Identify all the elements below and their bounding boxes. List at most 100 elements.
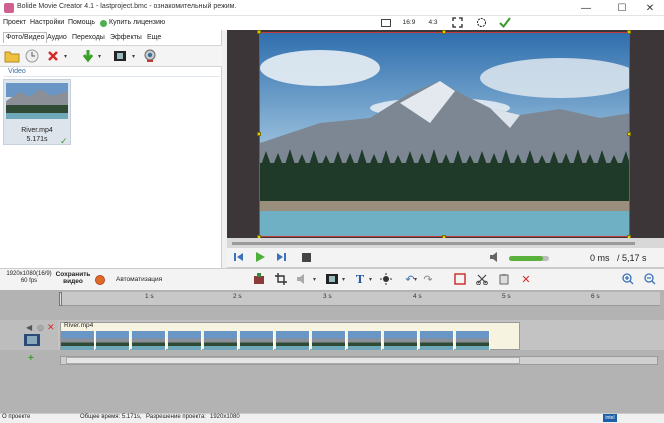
track-visibility-icon[interactable]: ◎ <box>37 323 44 332</box>
download-arrow-icon[interactable] <box>80 48 96 64</box>
volume-icon[interactable] <box>294 271 310 287</box>
menu-buy-license[interactable]: Купить лицензию <box>109 19 165 26</box>
save-video-button[interactable]: Сохранить видео <box>53 271 93 285</box>
ruler-tick-label: 5 s <box>502 293 511 300</box>
screen-icon[interactable] <box>380 17 391 28</box>
crop-icon[interactable] <box>273 271 289 287</box>
ruler-tick-label: 1 s <box>145 293 154 300</box>
brightness-icon[interactable] <box>378 271 394 287</box>
window-title: Bolide Movie Creator 4.1 - lastproject.b… <box>17 3 237 10</box>
stop-icon[interactable] <box>299 250 313 264</box>
webcam-icon[interactable] <box>142 48 158 64</box>
resolution-line: 1920x1080(16/9) <box>6 271 52 277</box>
record-icon[interactable] <box>95 275 105 285</box>
resolution-info[interactable]: 1920x1080(16/9) 60 fps <box>3 271 55 285</box>
automation-button[interactable]: Автоматизация <box>116 276 162 283</box>
clip-frame <box>132 331 166 350</box>
minimize-button[interactable]: — <box>570 0 602 16</box>
clip-frame <box>204 331 238 350</box>
current-time: 0 ms <box>590 253 610 263</box>
ratio-4-3-button[interactable]: 4:3 <box>426 17 440 28</box>
tab-more[interactable]: Еще <box>147 34 161 41</box>
paste-icon[interactable] <box>496 271 512 287</box>
zoom-out-icon[interactable] <box>642 271 658 287</box>
clip-frame <box>96 331 130 350</box>
close-button[interactable]: ✕ <box>634 0 664 16</box>
total-time-status: Общее время: 5.171s, <box>80 414 142 420</box>
save-video-label: Сохранить <box>55 271 91 278</box>
play-icon[interactable] <box>253 250 267 264</box>
total-time: / 5,17 s <box>617 253 647 263</box>
ruler-tick-label: 4 s <box>413 293 422 300</box>
ratio-16-9-button[interactable]: 16:9 <box>400 17 418 28</box>
playhead-handle[interactable] <box>59 292 62 306</box>
volume-level <box>509 256 543 261</box>
resize-handle[interactable] <box>627 30 631 34</box>
timeline-panel <box>0 290 664 413</box>
section-divider <box>4 76 220 77</box>
clip-frame <box>384 331 418 350</box>
chevron-down-icon[interactable]: ▾ <box>342 276 348 283</box>
clip-frame <box>348 331 382 350</box>
preview-frame[interactable] <box>259 32 630 237</box>
fps-line: 60 fps <box>20 278 38 284</box>
clip-frame <box>312 331 346 350</box>
rotate-icon[interactable] <box>474 17 488 28</box>
chevron-down-icon[interactable]: ▾ <box>132 53 138 60</box>
cut-icon[interactable] <box>474 271 490 287</box>
remove-icon[interactable]: ✕ <box>518 271 534 287</box>
chevron-down-icon[interactable]: ▾ <box>98 53 104 60</box>
resolution-status-label: Разрешение проекта: <box>146 414 206 420</box>
clip-frame <box>420 331 454 350</box>
delete-icon[interactable] <box>45 48 61 64</box>
ruler-tick-label: 3 s <box>323 293 332 300</box>
menu-settings[interactable]: Настройки <box>30 19 64 26</box>
add-track-icon[interactable]: + <box>28 353 34 364</box>
ruler-tick-label: 2 s <box>233 293 242 300</box>
scrollbar-thumb[interactable] <box>66 357 520 364</box>
chevron-down-icon[interactable]: ▾ <box>369 276 375 283</box>
next-frame-icon[interactable] <box>274 250 288 264</box>
resize-handle[interactable] <box>257 30 261 34</box>
filmstrip-icon[interactable] <box>324 271 340 287</box>
text-icon[interactable]: T <box>352 271 368 287</box>
license-icon <box>100 20 107 27</box>
tab-photo-video[interactable]: Фото/Видео <box>3 32 48 43</box>
split-clip-icon[interactable] <box>251 271 267 287</box>
resize-handle[interactable] <box>442 30 446 34</box>
ruler-tick-label: 6 s <box>591 293 600 300</box>
tab-transitions[interactable]: Переходы <box>72 34 105 41</box>
clock-icon[interactable] <box>24 48 40 64</box>
about-project-link[interactable]: О проекте <box>2 414 30 420</box>
redo-icon[interactable]: ↷ <box>420 271 436 287</box>
fullscreen-icon[interactable] <box>450 17 464 28</box>
chevron-down-icon[interactable]: ▾ <box>313 276 319 283</box>
seek-track[interactable] <box>232 242 635 245</box>
previous-frame-icon[interactable] <box>232 250 246 264</box>
clip-frame <box>240 331 274 350</box>
app-logo-icon <box>4 3 14 13</box>
media-thumbnail <box>6 83 68 119</box>
clip-frame <box>456 331 490 350</box>
checkmark-icon: ✓ <box>60 136 68 146</box>
filmstrip-icon[interactable] <box>112 48 128 64</box>
track-delete-icon[interactable]: ✕ <box>47 322 55 333</box>
intel-badge: intel <box>603 414 617 422</box>
menu-help[interactable]: Помощь <box>68 19 95 26</box>
apply-check-icon[interactable] <box>498 17 512 28</box>
clip-frame <box>168 331 202 350</box>
clip-name: River.mp4 <box>64 322 94 329</box>
resolution-status-value: 1920x1080 <box>210 414 240 420</box>
volume-icon[interactable] <box>488 250 502 264</box>
menu-project[interactable]: Проект <box>3 19 26 26</box>
tab-effects[interactable]: Эффекты <box>110 34 142 41</box>
track-volume-icon[interactable]: ◀ <box>26 323 32 332</box>
chevron-down-icon[interactable]: ▾ <box>64 53 70 60</box>
delete-region-icon[interactable] <box>452 271 468 287</box>
resize-handle[interactable] <box>627 132 631 136</box>
zoom-in-icon[interactable] <box>620 271 636 287</box>
open-folder-icon[interactable] <box>4 48 20 64</box>
tab-audio[interactable]: Аудио <box>47 34 67 41</box>
resize-handle[interactable] <box>257 132 261 136</box>
media-item-name: River.mp4 <box>21 127 53 134</box>
